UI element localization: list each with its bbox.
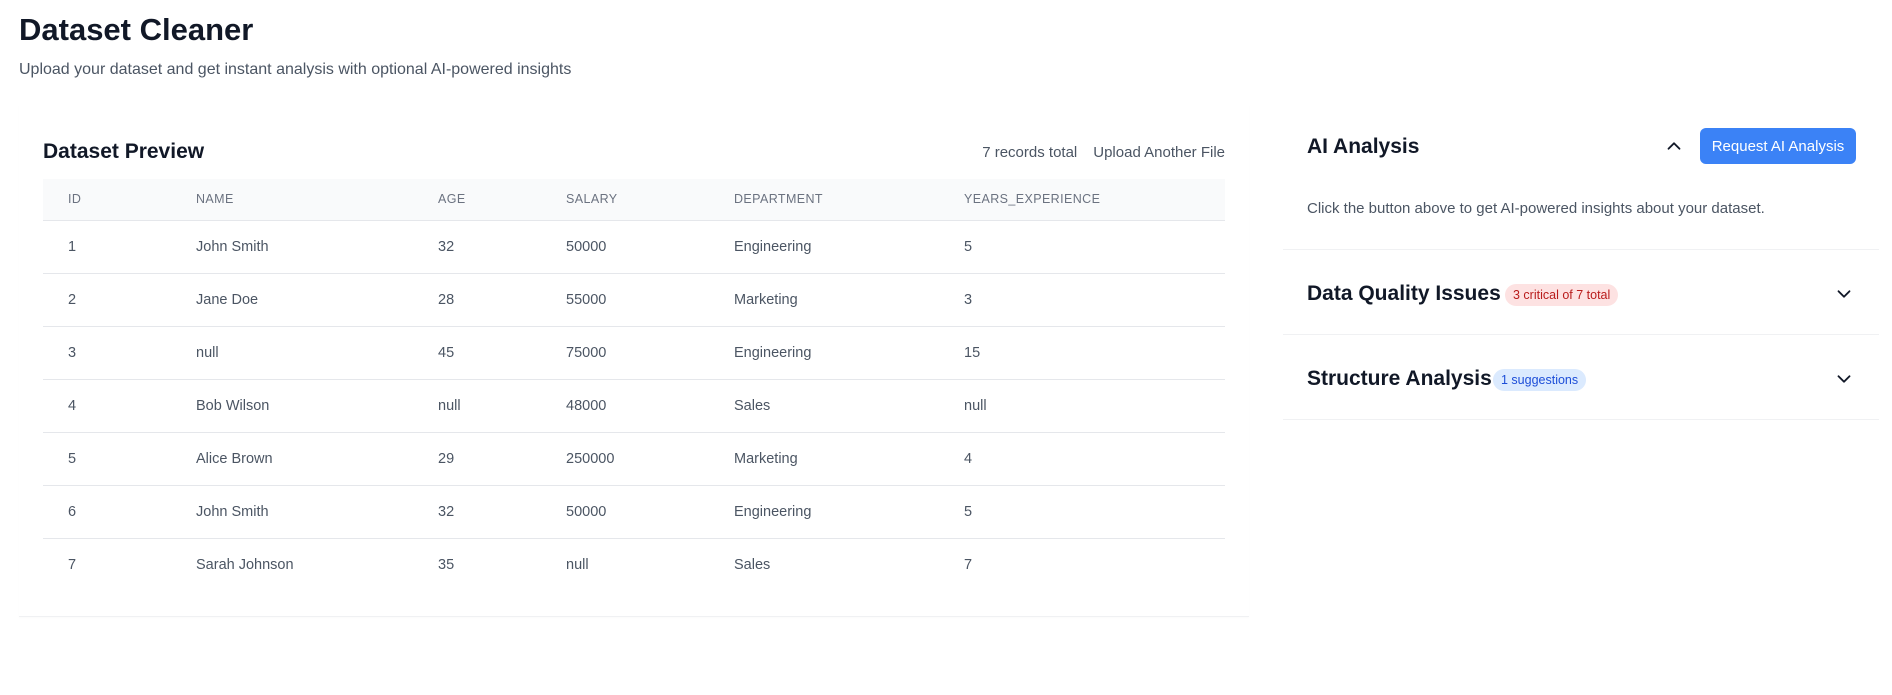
ai-analysis-title: AI Analysis: [1307, 135, 1420, 158]
chevron-down-icon[interactable]: [1833, 368, 1855, 390]
table-row: 4 Bob Wilson null 48000 Sales null: [43, 379, 1225, 433]
table-cell: 5: [939, 485, 1225, 539]
table-cell: 4: [939, 432, 1225, 486]
table-cell: null: [566, 556, 589, 573]
table-row: 2 Jane Doe 28 55000 Marketing 3: [43, 273, 1225, 327]
header: Dataset Cleaner Upload your dataset and …: [19, 12, 571, 80]
table-cell: 15: [939, 326, 1225, 380]
table-cell: 32: [413, 220, 541, 274]
table-cell: John Smith: [171, 220, 413, 274]
table-cell: 28: [413, 273, 541, 327]
page: Dataset Cleaner Upload your dataset and …: [0, 0, 1892, 695]
data-quality-section[interactable]: Data Quality Issues 3 critical of 7 tota…: [1283, 250, 1879, 335]
table-header: ID NAME AGE SALARY DEPARTMENT YEARS_EXPE…: [43, 179, 1225, 221]
table-row: 5 Alice Brown 29 250000 Marketing 4: [43, 432, 1225, 486]
table-cell: 7: [964, 556, 973, 573]
table-cell: Engineering: [709, 485, 939, 539]
structure-analysis-section[interactable]: Structure Analysis 1 suggestions: [1283, 335, 1879, 420]
table-row: 6 John Smith 32 50000 Engineering 5: [43, 485, 1225, 539]
table-cell: John Smith: [171, 485, 413, 539]
table-cell: 55000: [541, 273, 709, 327]
table-cell: Sales: [709, 379, 939, 433]
table-cell: 48000: [541, 379, 709, 433]
table-row: 1 John Smith 32 50000 Engineering 5: [43, 220, 1225, 274]
table-cell: Engineering: [709, 326, 939, 380]
table-cell: 3: [939, 273, 1225, 327]
table-cell: 45: [413, 326, 541, 380]
table-cell: 50000: [541, 220, 709, 274]
table-cell: 3: [43, 326, 171, 380]
table-cell: null: [171, 326, 413, 380]
upload-another-file-button[interactable]: Upload Another File: [1093, 144, 1225, 161]
structure-analysis-title: Structure Analysis: [1307, 367, 1492, 390]
table-cell: 1: [43, 220, 171, 274]
table-cell: 29: [413, 432, 541, 486]
column-header-department: DEPARTMENT: [709, 179, 939, 221]
structure-suggestions-badge: 1 suggestions: [1493, 369, 1587, 391]
data-quality-title: Data Quality Issues: [1307, 282, 1501, 305]
table-cell: 35: [438, 556, 455, 573]
table-cell: Jane Doe: [171, 273, 413, 327]
table-cell: 50000: [541, 485, 709, 539]
table-cell: Engineering: [709, 220, 939, 274]
table-cell: 6: [43, 485, 171, 539]
table-cell: Alice Brown: [171, 432, 413, 486]
table-header-row: ID NAME AGE SALARY DEPARTMENT YEARS_EXPE…: [43, 179, 1225, 221]
analysis-sidebar: AI Analysis Request AI Analysis Click th…: [1283, 105, 1879, 420]
table-cell: 7: [68, 556, 77, 573]
table-cell: Marketing: [709, 273, 939, 327]
dataset-preview-card: Dataset Preview 7 records total Upload A…: [19, 105, 1249, 617]
table-cell: Sales: [734, 556, 771, 573]
table-row: 3 null 45 75000 Engineering 15: [43, 326, 1225, 380]
page-subtitle: Upload your dataset and get instant anal…: [19, 61, 572, 78]
table-cell: 75000: [541, 326, 709, 380]
request-ai-analysis-button[interactable]: Request AI Analysis: [1700, 128, 1856, 164]
table-cell: 4: [43, 379, 171, 433]
chevron-up-icon[interactable]: [1663, 135, 1685, 157]
table-cell: Sarah Johnson: [196, 556, 294, 573]
column-header-id: ID: [43, 179, 171, 221]
dataset-preview-header: Dataset Preview 7 records total Upload A…: [43, 138, 1225, 168]
dataset-preview-actions: 7 records total Upload Another File: [982, 144, 1225, 161]
table-cell: null: [939, 379, 1225, 433]
ai-analysis-hint: Click the button above to get AI-powered…: [1307, 200, 1765, 217]
table-cell: 5: [43, 432, 171, 486]
page-title: Dataset Cleaner: [19, 12, 254, 47]
column-header-age: AGE: [413, 179, 541, 221]
chevron-down-icon[interactable]: [1833, 283, 1855, 305]
table-cell: null: [413, 379, 541, 433]
table-body: 1 John Smith 32 50000 Engineering 5 2 Ja…: [43, 220, 1225, 591]
column-header-salary: SALARY: [541, 179, 709, 221]
table-cell: Marketing: [709, 432, 939, 486]
dataset-table: ID NAME AGE SALARY DEPARTMENT YEARS_EXPE…: [43, 179, 1225, 591]
data-quality-badge: 3 critical of 7 total: [1505, 284, 1619, 306]
dataset-preview-title: Dataset Preview: [43, 140, 205, 163]
column-header-name: NAME: [171, 179, 413, 221]
record-count: 7 records total: [982, 144, 1078, 161]
table-cell: 5: [939, 220, 1225, 274]
table-cell: 250000: [541, 432, 709, 486]
table-cell: 32: [413, 485, 541, 539]
table-cell: Bob Wilson: [171, 379, 413, 433]
table-cell: 2: [43, 273, 171, 327]
ai-analysis-section: AI Analysis Request AI Analysis Click th…: [1283, 105, 1879, 250]
column-header-years-experience: YEARS_EXPERIENCE: [939, 179, 1225, 221]
table-row: 7 Sarah Johnson 35 null Sales 7: [43, 538, 1225, 591]
